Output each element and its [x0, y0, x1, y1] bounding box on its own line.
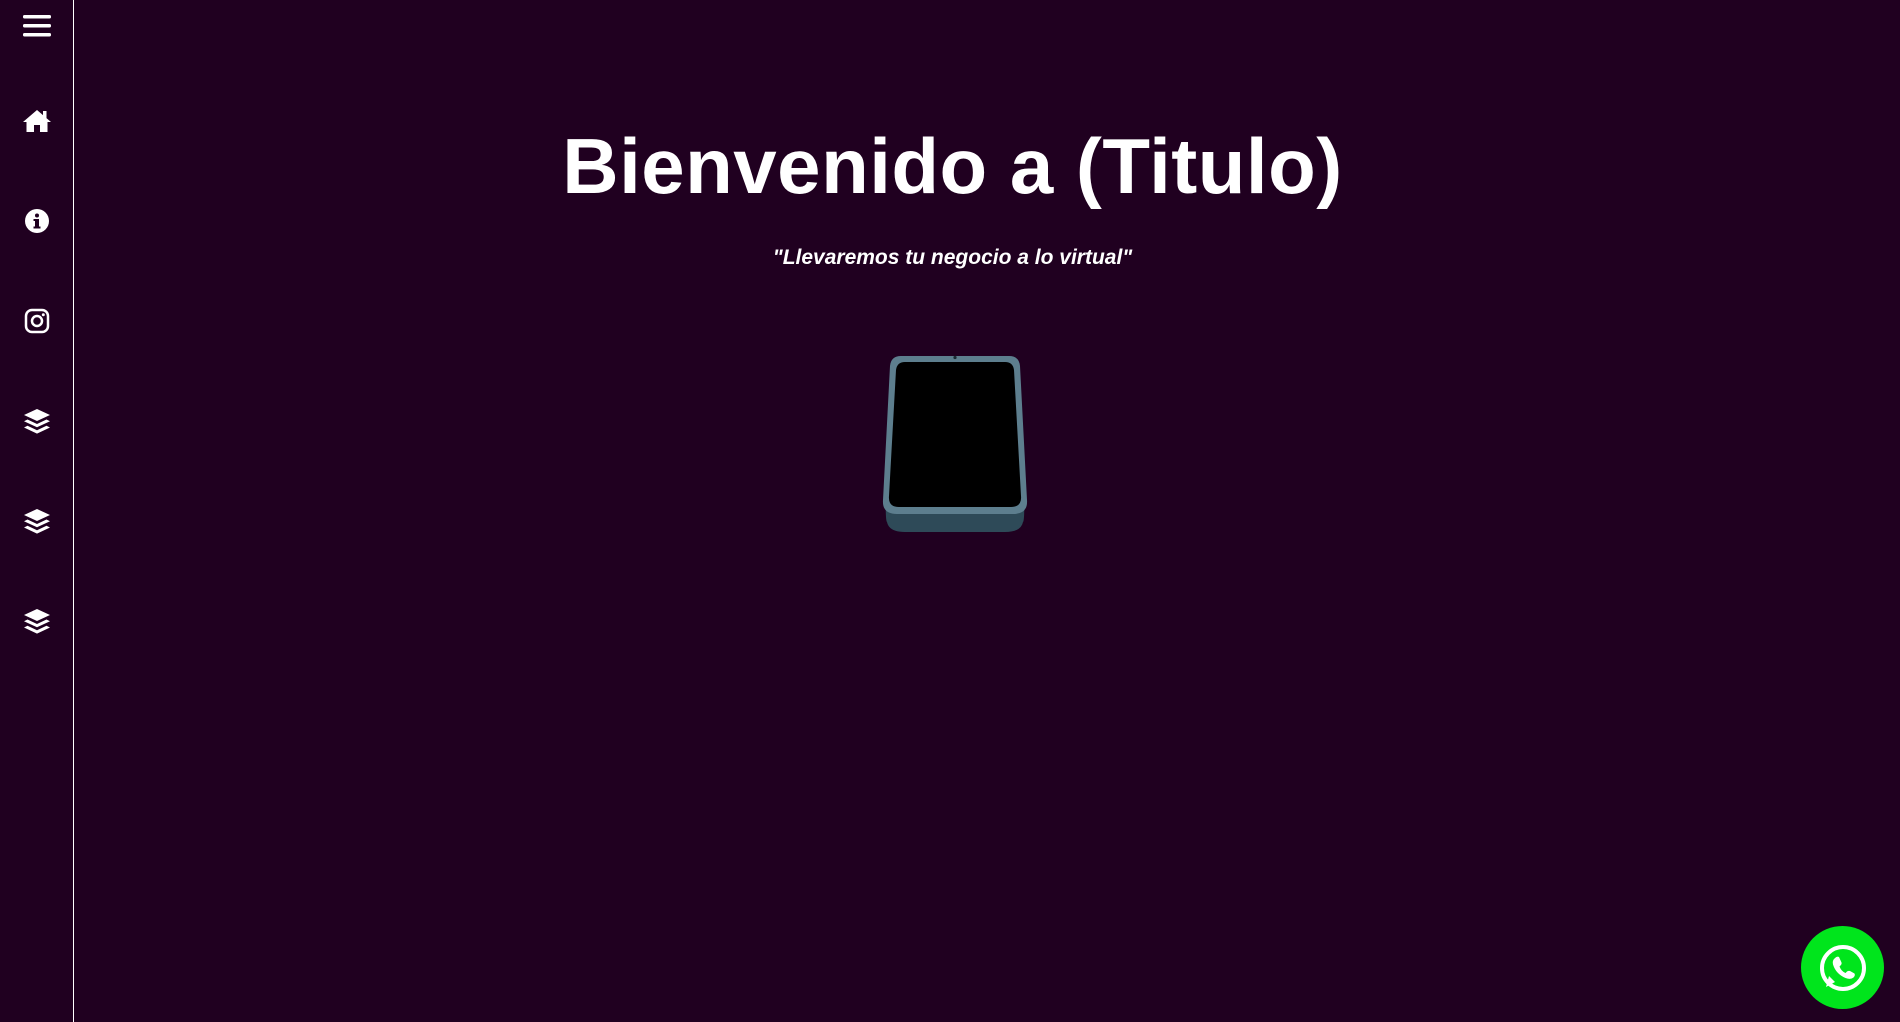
page-title: Bienvenido a (Titulo): [562, 122, 1343, 210]
sidebar-item-info[interactable]: [0, 191, 74, 251]
tagline: "Llevaremos tu negocio a lo virtual": [772, 246, 1133, 269]
menu-icon: [23, 15, 51, 37]
sidebar-item-layers-2[interactable]: [0, 491, 74, 551]
layers-icon: [24, 509, 50, 534]
instagram-icon: [24, 308, 50, 334]
phone-illustration: [882, 355, 1028, 532]
whatsapp-button[interactable]: [1801, 926, 1884, 1009]
layers-icon: [24, 409, 50, 434]
home-icon: [23, 110, 51, 132]
info-icon: [25, 209, 49, 233]
sidebar-item-instagram[interactable]: [0, 291, 74, 351]
hero-section: Bienvenido a (Titulo) "Llevaremos tu neg…: [75, 0, 1900, 1022]
sidebar: [0, 0, 74, 1022]
whatsapp-icon: [1819, 944, 1866, 991]
sidebar-item-layers-3[interactable]: [0, 591, 74, 651]
layers-icon: [24, 609, 50, 634]
menu-button[interactable]: [0, 0, 74, 56]
sidebar-item-home[interactable]: [0, 91, 74, 151]
sidebar-item-layers-1[interactable]: [0, 391, 74, 451]
